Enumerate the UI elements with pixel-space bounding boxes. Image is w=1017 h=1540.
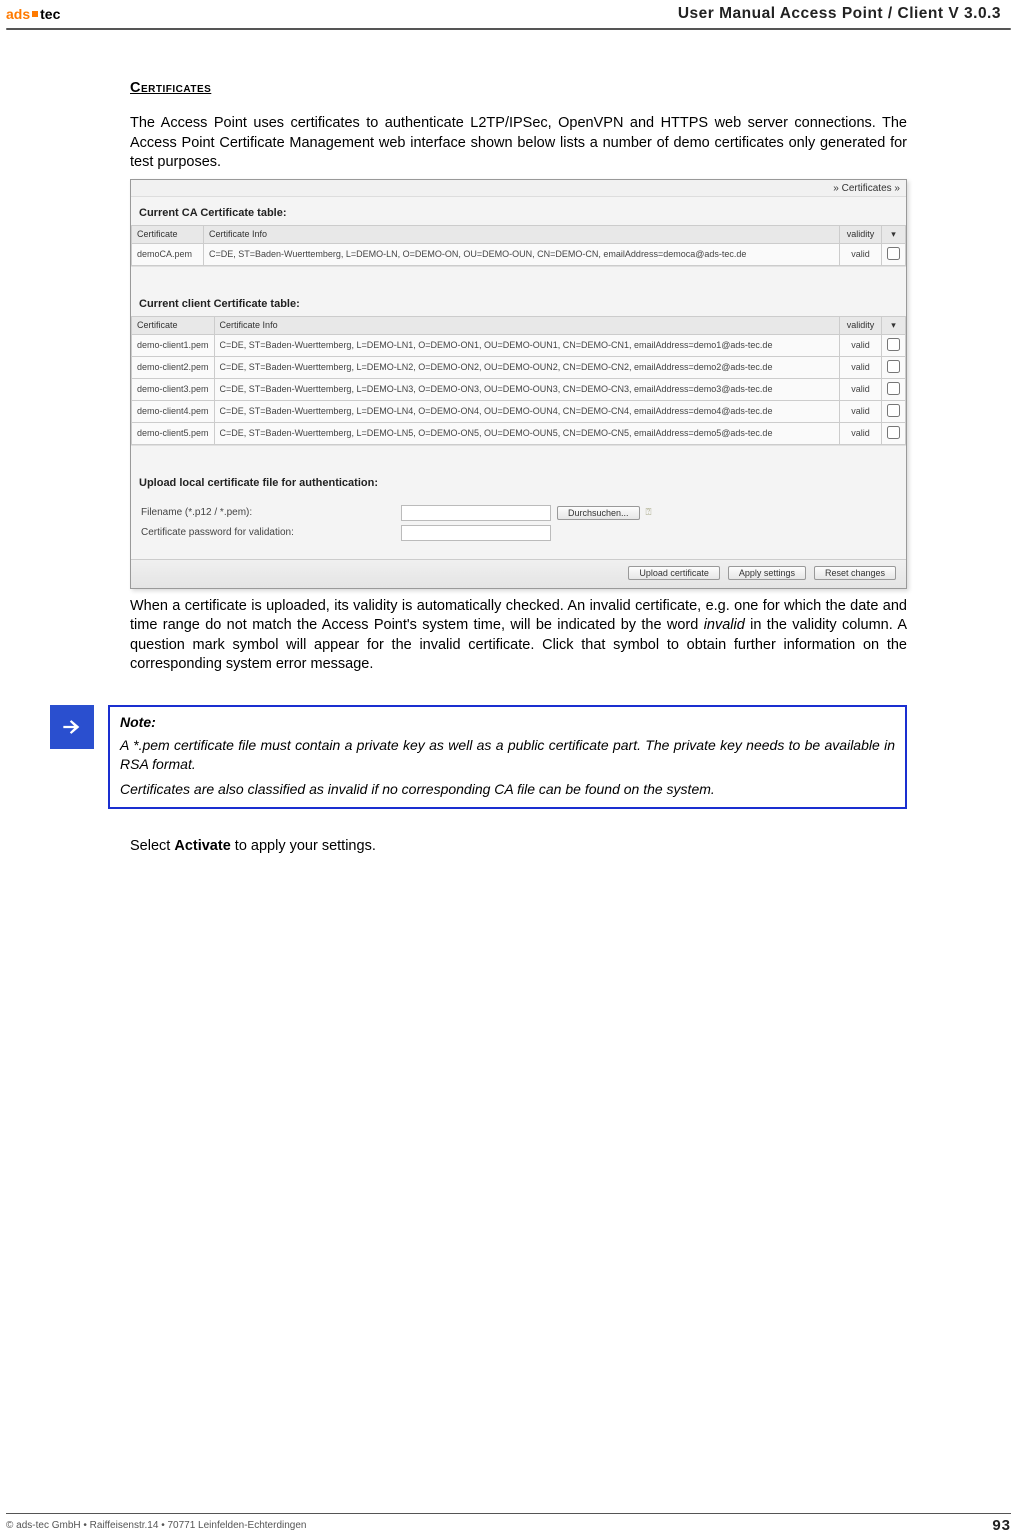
footer-copyright: © ads-tec GmbH • Raiffeisenstr.14 • 7077… [6,1520,306,1531]
cert-checkbox[interactable] [882,243,906,265]
client-table-heading: Current client Certificate table: [131,288,906,316]
table-row: demo-client5.pem C=DE, ST=Baden-Wuerttem… [132,422,906,444]
col-certificate: Certificate [132,316,215,334]
logo: ads tec [6,6,60,22]
table-header-row: Certificate Certificate Info validity ▾ [132,316,906,334]
upload-password-input[interactable] [401,525,551,541]
page-footer: © ads-tec GmbH • Raiffeisenstr.14 • 7077… [6,1513,1011,1534]
para2-invalid: invalid [704,617,745,633]
upload-filename-row: Filename (*.p12 / *.pem): Durchsuchen...… [141,505,896,521]
help-icon[interactable]: ⍰ [646,507,652,518]
cert-validity: valid [840,378,882,400]
activate-paragraph: Select Activate to apply your settings. [130,837,907,857]
para3b: to apply your settings. [231,838,376,854]
note-block: Note: A *.pem certificate file must cont… [50,705,907,809]
cert-validity: valid [840,334,882,356]
cert-validity: valid [840,422,882,444]
col-select-icon: ▾ [882,316,906,334]
upload-filename-input[interactable] [401,505,551,521]
note-line2: Certificates are also classified as inva… [120,780,895,799]
apply-settings-button[interactable]: Apply settings [728,566,806,580]
page-number: 93 [992,1517,1011,1534]
col-select-icon: ▾ [882,225,906,243]
cert-info: C=DE, ST=Baden-Wuerttemberg, L=DEMO-LN5,… [214,422,839,444]
para3-activate: Activate [174,838,230,854]
validity-paragraph: When a certificate is uploaded, its vali… [130,597,907,675]
cert-name: demo-client1.pem [132,334,215,356]
page-content: Certificates The Access Point uses certi… [0,30,1017,856]
cert-name: demo-client3.pem [132,378,215,400]
arrow-right-icon [50,705,94,749]
table-row: demo-client3.pem C=DE, ST=Baden-Wuerttem… [132,378,906,400]
table-row: demo-client1.pem C=DE, ST=Baden-Wuerttem… [132,334,906,356]
manual-title: User Manual Access Point / Client V 3.0.… [60,5,1011,23]
upload-certificate-button[interactable]: Upload certificate [628,566,720,580]
note-box: Note: A *.pem certificate file must cont… [108,705,907,809]
breadcrumb: » Certificates » [131,180,906,197]
note-line1: A *.pem certificate file must contain a … [120,736,895,774]
col-validity: validity [840,316,882,334]
upload-heading: Upload local certificate file for authen… [131,467,906,495]
upload-password-row: Certificate password for validation: [141,525,896,541]
upload-area: Filename (*.p12 / *.pem): Durchsuchen...… [131,495,906,559]
cert-checkbox[interactable] [882,422,906,444]
ca-cert-table: Certificate Certificate Info validity ▾ … [131,225,906,266]
browse-button[interactable]: Durchsuchen... [557,506,640,520]
table-row: demoCA.pem C=DE, ST=Baden-Wuerttemberg, … [132,243,906,265]
cert-name: demo-client5.pem [132,422,215,444]
upload-filename-label: Filename (*.p12 / *.pem): [141,507,401,518]
logo-dot-icon [32,11,38,17]
ca-table-heading: Current CA Certificate table: [131,197,906,225]
cert-checkbox[interactable] [882,400,906,422]
action-button-row: Upload certificate Apply settings Reset … [131,559,906,588]
cert-name: demo-client4.pem [132,400,215,422]
col-validity: validity [840,225,882,243]
cert-name: demoCA.pem [132,243,204,265]
logo-part-a: ads [6,6,30,22]
intro-paragraph: The Access Point uses certificates to au… [130,114,907,173]
upload-password-label: Certificate password for validation: [141,527,401,538]
col-cert-info: Certificate Info [204,225,840,243]
cert-checkbox[interactable] [882,334,906,356]
reset-changes-button[interactable]: Reset changes [814,566,896,580]
table-row: demo-client2.pem C=DE, ST=Baden-Wuerttem… [132,356,906,378]
cert-info: C=DE, ST=Baden-Wuerttemberg, L=DEMO-LN, … [204,243,840,265]
logo-part-b: tec [40,6,60,22]
cert-info: C=DE, ST=Baden-Wuerttemberg, L=DEMO-LN2,… [214,356,839,378]
cert-checkbox[interactable] [882,378,906,400]
spacer [131,445,906,467]
cert-validity: valid [840,243,882,265]
cert-info: C=DE, ST=Baden-Wuerttemberg, L=DEMO-LN4,… [214,400,839,422]
spacer [131,266,906,288]
note-title: Note: [120,713,895,732]
client-cert-table: Certificate Certificate Info validity ▾ … [131,316,906,445]
cert-validity: valid [840,400,882,422]
cert-validity: valid [840,356,882,378]
cert-info: C=DE, ST=Baden-Wuerttemberg, L=DEMO-LN3,… [214,378,839,400]
para3a: Select [130,838,174,854]
cert-checkbox[interactable] [882,356,906,378]
col-cert-info: Certificate Info [214,316,839,334]
cert-name: demo-client2.pem [132,356,215,378]
table-row: demo-client4.pem C=DE, ST=Baden-Wuerttem… [132,400,906,422]
page-header: ads tec User Manual Access Point / Clien… [0,0,1017,28]
cert-mgmt-screenshot: » Certificates » Current CA Certificate … [130,179,907,589]
cert-info: C=DE, ST=Baden-Wuerttemberg, L=DEMO-LN1,… [214,334,839,356]
section-heading: Certificates [130,80,907,96]
table-header-row: Certificate Certificate Info validity ▾ [132,225,906,243]
col-certificate: Certificate [132,225,204,243]
